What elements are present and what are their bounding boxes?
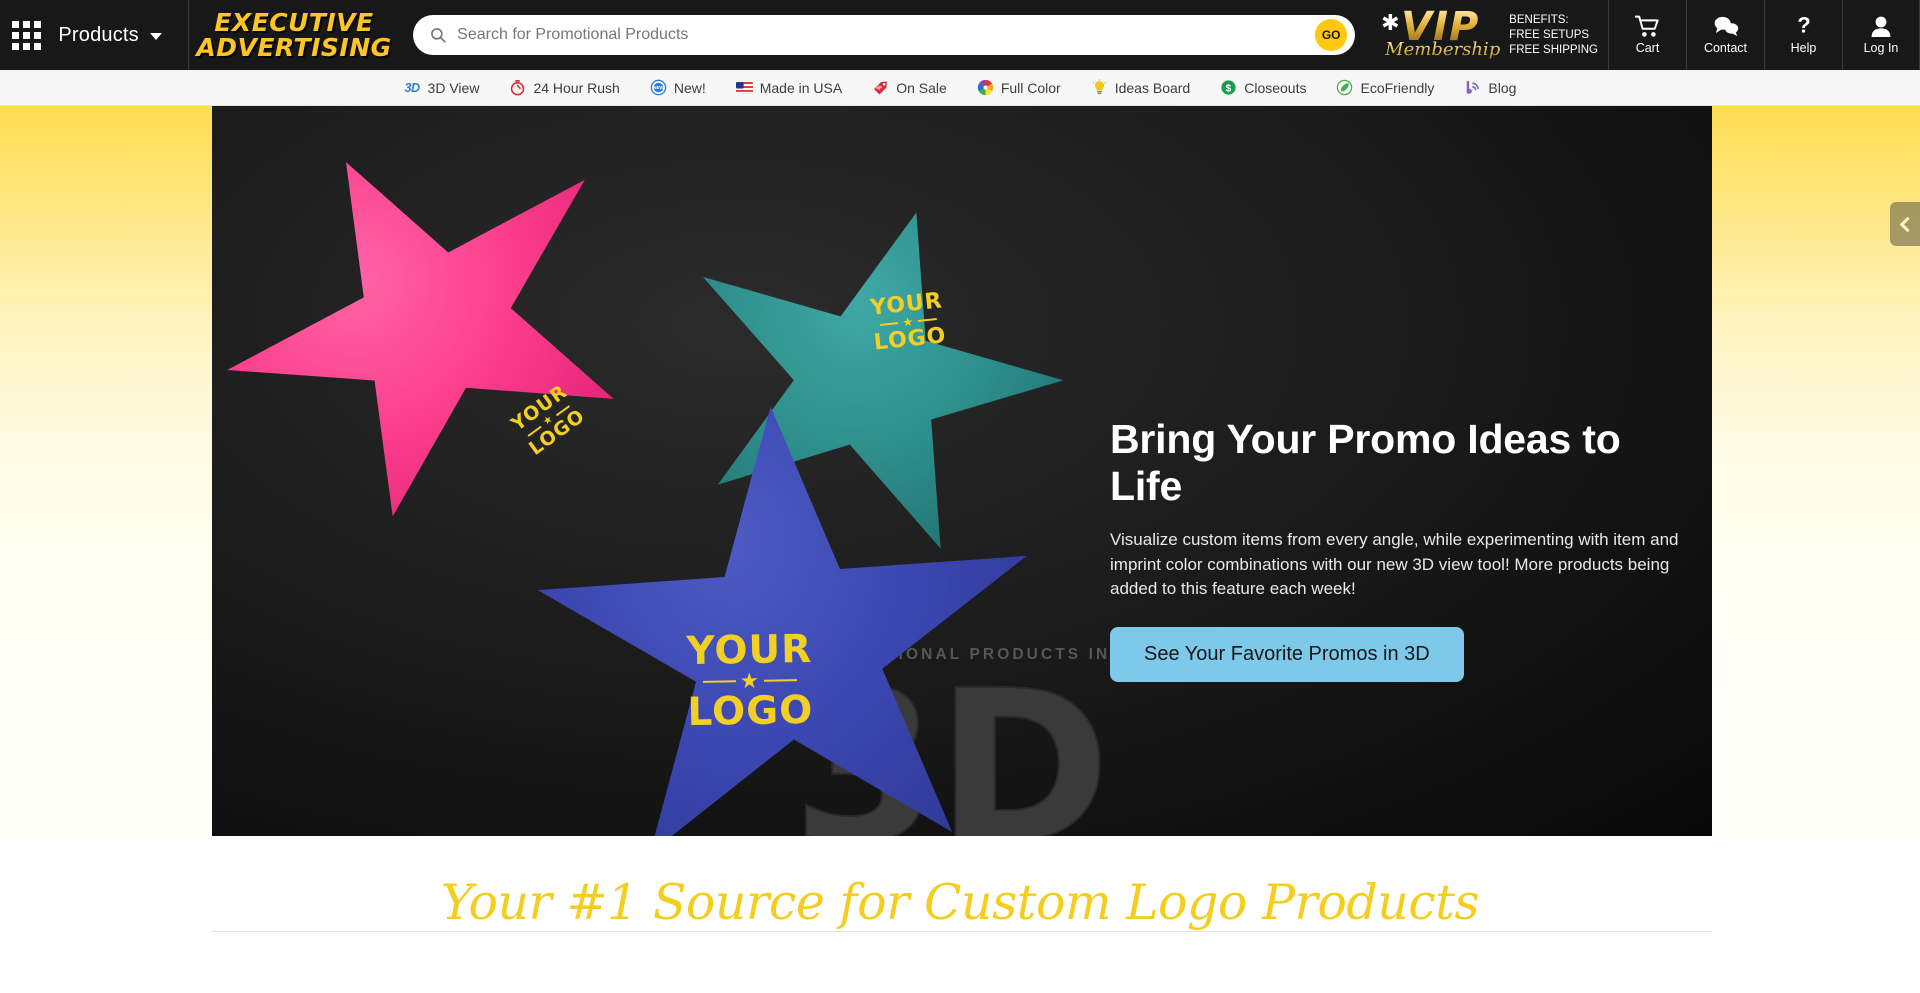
price-tag-icon: % xyxy=(872,79,889,96)
blog-rss-icon xyxy=(1464,79,1481,96)
subnav-label-closeouts: Closeouts xyxy=(1244,79,1307,96)
carousel-prev-button[interactable] xyxy=(1890,202,1920,246)
login-button[interactable]: Log In xyxy=(1842,0,1920,70)
site-logo[interactable]: EXECUTIVE ADVERTISING xyxy=(189,0,391,70)
3d-icon: 3D xyxy=(404,80,420,95)
usa-flag-icon xyxy=(735,79,753,96)
lightbulb-icon xyxy=(1091,79,1108,96)
subnav-item-new[interactable]: NEW New! xyxy=(650,79,706,96)
hero-section: PROMOTIONAL PRODUCTS IN 3D YOUR ★ LOGO Y… xyxy=(0,106,1920,836)
vip-subtitle: Membership xyxy=(1385,39,1501,60)
search-submit-button[interactable]: GO xyxy=(1315,19,1348,51)
subnav-item-ideas-board[interactable]: Ideas Board xyxy=(1091,79,1191,96)
subnav-item-made-in-usa[interactable]: Made in USA xyxy=(735,79,843,96)
imprint-rule: ★ xyxy=(520,398,577,444)
svg-text:$: $ xyxy=(1226,83,1232,94)
stopwatch-icon xyxy=(509,79,526,96)
subnav-label-ecofriendly: EcoFriendly xyxy=(1360,79,1435,96)
vip-benefits: BENEFITS: FREE SETUPS FREE SHIPPING xyxy=(1507,13,1598,58)
subnav-item-blog[interactable]: Blog xyxy=(1464,79,1516,96)
vip-benefits-line-2: FREE SETUPS xyxy=(1509,28,1590,41)
logo-line-1: EXECUTIVE xyxy=(214,7,374,37)
color-wheel-icon xyxy=(977,79,994,96)
subnav-item-24-hour-rush[interactable]: 24 Hour Rush xyxy=(509,79,620,96)
vip-logo: ✱ VIP Membership xyxy=(1379,6,1507,64)
hero-banner: PROMOTIONAL PRODUCTS IN 3D YOUR ★ LOGO Y… xyxy=(212,106,1712,836)
top-header-bar: Products EXECUTIVE ADVERTISING GO ✱ VIP … xyxy=(0,0,1920,70)
subnav-item-3d-view[interactable]: 3D 3D View xyxy=(404,79,480,96)
subnav-label-made-in-usa: Made in USA xyxy=(759,79,843,96)
cart-label: Cart xyxy=(1635,41,1660,55)
svg-text:?: ? xyxy=(1797,15,1810,38)
vip-benefits-line-1: BENEFITS: xyxy=(1509,13,1569,26)
page-tagline: Your #1 Source for Custom Logo Products xyxy=(440,874,1480,931)
user-account-icon xyxy=(1871,16,1891,37)
svg-text:NEW: NEW xyxy=(653,85,663,90)
search-input[interactable] xyxy=(447,26,1356,44)
subnav-item-full-color[interactable]: Full Color xyxy=(977,79,1061,96)
logo-line-2: ADVERTISING xyxy=(196,33,392,62)
imprint-line-2: LOGO xyxy=(524,404,590,460)
vip-benefits-line-3: FREE SHIPPING xyxy=(1509,43,1598,56)
search-box: GO xyxy=(413,15,1356,55)
hero-title: Bring Your Promo Ideas to Life xyxy=(1110,416,1621,509)
chevron-left-icon xyxy=(1899,216,1915,232)
contact-button[interactable]: Contact xyxy=(1686,0,1764,70)
new-badge-icon: NEW xyxy=(650,79,667,96)
subnav-label-ideas-board: Ideas Board xyxy=(1114,79,1191,96)
products-menu-button[interactable]: Products xyxy=(52,0,189,70)
vip-membership-banner[interactable]: ✱ VIP Membership BENEFITS: FREE SETUPS F… xyxy=(1355,0,1608,70)
subnav-label-3d-view: 3D View xyxy=(427,79,480,96)
green-leaf-icon xyxy=(1336,79,1353,96)
tagline-section: Your #1 Source for Custom Logo Products xyxy=(0,836,1920,993)
apps-grid-icon xyxy=(11,20,41,50)
subnav-label-blog: Blog xyxy=(1488,79,1517,96)
subnav-item-on-sale[interactable]: % On Sale xyxy=(872,79,947,96)
dollar-coin-icon: $ xyxy=(1220,79,1237,96)
hero-copy: Bring Your Promo Ideas to Life Visualize… xyxy=(1110,416,1695,682)
pink-star-product xyxy=(212,106,694,575)
subnav-item-ecofriendly[interactable]: EcoFriendly xyxy=(1336,79,1434,96)
search-area: GO xyxy=(391,0,1356,70)
sparkle-icon: ✱ xyxy=(1381,10,1400,35)
chat-bubbles-icon xyxy=(1714,16,1738,36)
secondary-nav: 3D 3D View 24 Hour Rush NEW New! Made in… xyxy=(0,70,1920,106)
contact-label: Contact xyxy=(1703,41,1748,55)
subnav-label-24-hour-rush: 24 Hour Rush xyxy=(533,79,620,96)
subnav-label-full-color: Full Color xyxy=(1000,79,1061,96)
apps-grid-button[interactable] xyxy=(0,0,52,70)
help-label: Help xyxy=(1790,41,1817,55)
page-root: Products EXECUTIVE ADVERTISING GO ✱ VIP … xyxy=(0,0,1920,993)
cart-button[interactable]: Cart xyxy=(1608,0,1686,70)
subnav-label-new: New! xyxy=(673,79,706,96)
subnav-label-on-sale: On Sale xyxy=(896,79,947,96)
search-icon xyxy=(431,28,446,43)
utility-nav: Cart Contact ? Help Log In xyxy=(1608,0,1920,70)
login-label: Log In xyxy=(1863,41,1899,55)
help-button[interactable]: ? Help xyxy=(1764,0,1842,70)
hero-cta-button[interactable]: See Your Favorite Promos in 3D xyxy=(1110,626,1464,682)
chevron-down-icon xyxy=(149,33,162,40)
question-mark-icon: ? xyxy=(1797,15,1810,38)
hero-subtitle: Visualize custom items from every angle,… xyxy=(1110,530,1679,598)
products-menu-label: Products xyxy=(58,23,139,46)
teal-star-product xyxy=(642,161,1096,591)
subnav-item-closeouts[interactable]: $ Closeouts xyxy=(1220,79,1306,96)
shopping-cart-icon xyxy=(1634,15,1659,37)
section-divider xyxy=(212,931,1712,932)
